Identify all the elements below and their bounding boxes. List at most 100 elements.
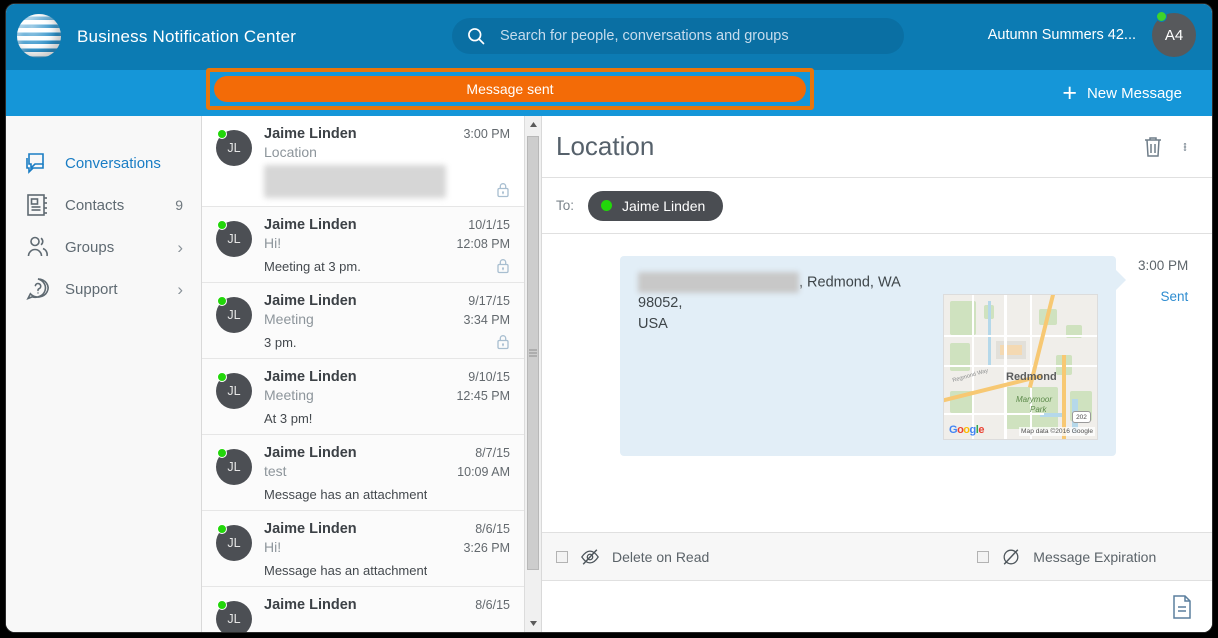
conversation-subject: Hi! xyxy=(264,538,282,555)
conversation-sender: Jaime Linden xyxy=(264,216,357,233)
presence-dot-online xyxy=(217,523,227,534)
avatar[interactable]: A4 xyxy=(1152,11,1196,57)
lock-icon xyxy=(497,258,509,273)
document-icon[interactable] xyxy=(1170,594,1194,620)
presence-dot-online xyxy=(217,295,227,306)
conversation-list-scrollbar[interactable] xyxy=(524,116,541,632)
sidebar-item-label: Contacts xyxy=(65,196,125,214)
avatar: JL xyxy=(216,129,252,166)
search-input[interactable] xyxy=(500,28,880,44)
conversation-time-secondary: 12:08 PM xyxy=(456,236,510,251)
message-time: 3:00 PM xyxy=(1138,258,1189,273)
recipient-bar: To: Jaime Linden xyxy=(542,178,1212,234)
recipient-chip[interactable]: Jaime Linden xyxy=(588,190,724,221)
conversation-list-item[interactable]: JL Jaime Linden 8/6/15 Hi! 3:26 PM Message ha… xyxy=(202,510,524,587)
message-meta: 3:00 PM Sent xyxy=(1138,256,1188,304)
conversation-list-item[interactable]: JL Jaime Linden 10/1/15 Hi! 12:08 PM Meeting … xyxy=(202,206,524,283)
presence-dot-online xyxy=(217,219,227,230)
avatar: JL xyxy=(216,219,252,257)
lock-icon xyxy=(497,182,509,197)
status-badge[interactable]: Sent xyxy=(1138,289,1189,304)
to-label: To: xyxy=(556,198,575,213)
conversation-sender: Jaime Linden xyxy=(264,596,357,613)
conversation-list-item[interactable]: JL Jaime Linden 3:00 PM Location 7575 7525 1… xyxy=(202,116,524,207)
location-address: 7575 7525 104th Ave NE, Redmond, WA 9805… xyxy=(638,272,938,440)
conversation-sender: Jaime Linden xyxy=(264,126,357,142)
recipient-name: Jaime Linden xyxy=(622,197,706,214)
conversation-list-item[interactable]: JL Jaime Linden 9/17/15 Meeting 3:34 PM 3 pm. xyxy=(202,282,524,359)
message-panel: Location To: Jaime Linden , Redmond, WA … xyxy=(542,116,1212,632)
conversation-time: 3:00 PM xyxy=(463,127,510,141)
message-bubble[interactable]: 7575 7525 104th Ave NE, Redmond, WA 9805… xyxy=(620,256,1126,456)
conversation-time: 9/17/15 xyxy=(468,293,510,308)
att-globe-logo xyxy=(17,14,63,60)
conversation-preview: 7575 7525 104th Ave NE Redmond, WA 98052… xyxy=(264,165,446,198)
conversation-preview: Meeting at 3 pm. xyxy=(264,258,361,274)
search-bar[interactable] xyxy=(452,18,904,54)
top-header: Business Notification Center Autumn Summ… xyxy=(6,4,1212,70)
conversation-list-item[interactable]: JL Jaime Linden 8/6/15 xyxy=(202,586,524,632)
conversation-list-scroll: JL Jaime Linden 3:00 PM Location 7575 7525 1… xyxy=(202,116,524,632)
message-options-bar: Delete on Read Message Expiration xyxy=(542,532,1212,580)
conversation-list-item[interactable]: JL Jaime Linden 9/10/15 Meeting 12:45 PM At 3… xyxy=(202,358,524,435)
google-watermark: Google xyxy=(949,424,984,436)
conversation-subject: Meeting xyxy=(264,310,314,327)
scrollbar-up-arrow[interactable] xyxy=(525,116,541,133)
conversations-icon xyxy=(26,153,44,174)
groups-icon xyxy=(27,236,48,257)
conversation-subject: test xyxy=(264,462,287,479)
scrollbar-down-arrow[interactable] xyxy=(525,615,541,632)
user-name: Autumn Summers 42... xyxy=(987,27,1136,43)
map-park-label-line1: Marymoor xyxy=(1016,395,1053,404)
conversation-sender: Jaime Linden xyxy=(264,520,357,537)
conversation-sender: Jaime Linden xyxy=(264,444,357,461)
conversation-time-secondary: 3:26 PM xyxy=(463,540,510,555)
compose-input[interactable] xyxy=(558,598,1170,615)
more-vertical-icon[interactable] xyxy=(1180,135,1190,159)
map-city-label: Redmond xyxy=(1006,371,1057,383)
conversation-subject: Hi! xyxy=(264,234,282,251)
sidebar-item-label: Support xyxy=(65,280,118,298)
sidebar-item-groups[interactable]: Groups › xyxy=(6,226,201,268)
avatar: JL xyxy=(216,295,252,333)
chevron-right-icon: › xyxy=(177,237,183,257)
message-row: 7575 7525 104th Ave NE, Redmond, WA 9805… xyxy=(542,256,1212,456)
lock-icon xyxy=(497,334,509,349)
user-menu[interactable]: Autumn Summers 42... A4 xyxy=(987,11,1196,57)
new-message-button[interactable]: + New Message xyxy=(1062,80,1182,106)
presence-dot-online xyxy=(217,371,227,382)
message-expiration-checkbox[interactable] xyxy=(977,550,990,563)
eye-slash-icon xyxy=(581,548,599,565)
conversation-preview: Message has an attachment xyxy=(264,486,428,502)
conversation-time: 8/6/15 xyxy=(475,521,510,536)
trash-icon[interactable] xyxy=(1142,135,1164,159)
conversation-time: 9/10/15 xyxy=(468,369,510,384)
app-window: Business Notification Center Autumn Summ… xyxy=(6,4,1212,632)
map-park-label-line2: Park xyxy=(1030,405,1047,414)
option-delete-on-read[interactable]: Delete on Read xyxy=(556,547,709,567)
map-thumbnail[interactable]: Regmond Way Redmond Marymoor Park 202 Go… xyxy=(943,294,1098,440)
conversation-preview: At 3 pm! xyxy=(264,410,313,426)
delete-on-read-checkbox[interactable] xyxy=(556,550,568,563)
scrollbar-thumb[interactable] xyxy=(527,136,539,570)
page-title: Location xyxy=(556,131,655,161)
option-message-expiration[interactable]: Message Expiration xyxy=(977,547,1156,567)
conversation-list-item[interactable]: JL Jaime Linden 8/7/15 test 10:09 AM Message … xyxy=(202,434,524,511)
contacts-icon xyxy=(27,194,47,216)
conversation-time: 10/1/15 xyxy=(468,217,510,232)
conversation-list: JL Jaime Linden 3:00 PM Location 7575 7525 1… xyxy=(202,116,542,632)
presence-dot-online xyxy=(601,200,613,211)
address-line2: USA xyxy=(638,316,668,333)
sidebar-item-contacts[interactable]: Contacts 9 xyxy=(6,184,201,226)
map-attribution: Map data ©2016 Google xyxy=(1019,427,1095,436)
conversation-time-secondary: 10:09 AM xyxy=(457,464,510,479)
sidebar-item-count: 9 xyxy=(175,197,183,213)
avatar: JL xyxy=(216,447,252,485)
new-message-label: New Message xyxy=(1086,84,1182,102)
presence-dot-online xyxy=(1156,11,1167,22)
option-label: Message Expiration xyxy=(1033,548,1157,565)
sidebar-item-conversations[interactable]: Conversations xyxy=(6,142,201,184)
sidebar-item-support[interactable]: Support › xyxy=(6,268,201,310)
conversation-subject: Meeting xyxy=(264,386,314,403)
conversation-sender: Jaime Linden xyxy=(264,368,357,385)
